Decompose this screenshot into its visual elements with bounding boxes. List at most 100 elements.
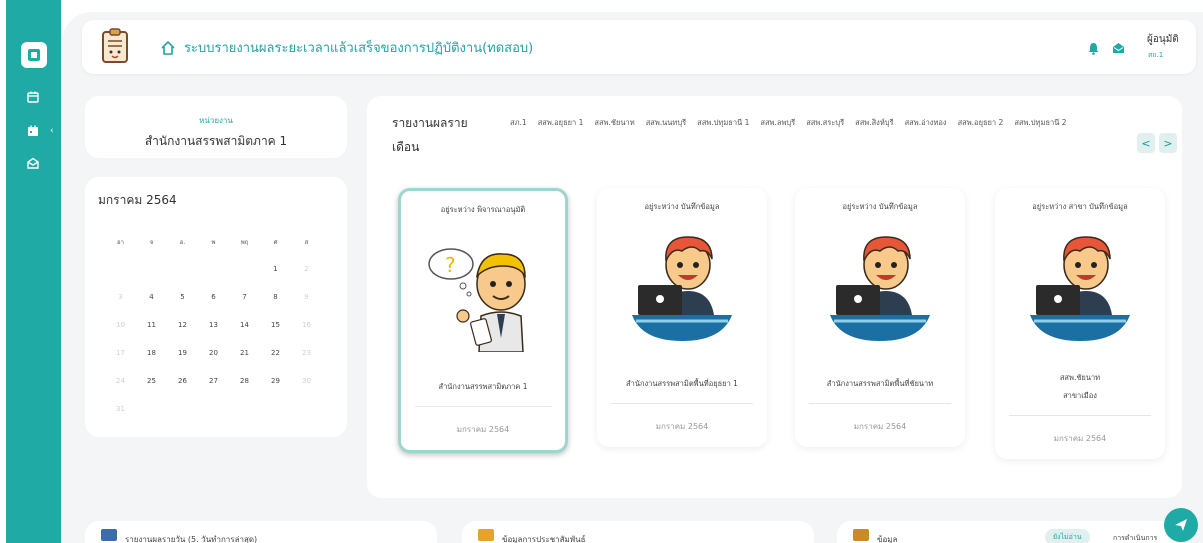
paper-plane-icon (1175, 519, 1187, 531)
weekday-label: พ (211, 239, 216, 246)
card-date: มกราคม 2564 (655, 422, 709, 431)
calendar-day[interactable]: 16 (291, 321, 322, 349)
calendar-day[interactable]: 7 (229, 293, 260, 321)
calendar-day[interactable]: 18 (136, 349, 167, 377)
card-org-line1: สสพ.ชัยนาท (1059, 373, 1101, 382)
calendar-day[interactable]: 25 (136, 377, 167, 405)
card-status: อยู่ระหว่าง บันทึกข้อมูล (644, 202, 720, 211)
calendar-day[interactable]: 24 (105, 377, 136, 405)
department-name: สำนักงานสรรพสามิตภาค 1 (144, 134, 288, 148)
report-title: รายงานผลรายเดือน (392, 116, 468, 154)
calendar-day[interactable]: 6 (198, 293, 229, 321)
top-header: ระบบรายงานผลระยะเวลาแล้วเสร็จของการปฏิบั… (82, 20, 1196, 74)
calendar-day[interactable]: 19 (167, 349, 198, 377)
unread-filter-chip[interactable]: ยังไม่อ่าน (1045, 529, 1090, 543)
calendar-day[interactable]: 3 (105, 293, 136, 321)
info-title: ข้อมูล (877, 535, 898, 543)
weekday-label: อา (117, 239, 124, 246)
calendar-icon[interactable] (24, 88, 42, 106)
calendar-day (167, 405, 198, 433)
card-status: อยู่ระหว่าง บันทึกข้อมูล (842, 202, 918, 211)
calendar-day (136, 405, 167, 433)
action-filter[interactable]: การดำเนินการ (1113, 533, 1157, 543)
card-date: มกราคม 2564 (853, 422, 907, 431)
calendar-day[interactable]: 17 (105, 349, 136, 377)
office-tab[interactable]: สสพ.อยุธยา 2 (958, 111, 1004, 135)
office-tab[interactable]: สสพ.ลพบุรี (760, 111, 795, 135)
weekday-label: จ (149, 239, 154, 246)
laptop-man-illustration (830, 236, 930, 341)
calendar-day (229, 265, 260, 293)
chevron-left-icon[interactable]: ‹ (50, 126, 54, 136)
status-card[interactable]: อยู่ระหว่าง บันทึกข้อมูล สำนักงานสรรพสาม… (597, 188, 767, 447)
card-status: อยู่ระหว่าง พิจารณาอนุมัติ (440, 205, 526, 214)
calendar-day[interactable]: 13 (198, 321, 229, 349)
office-tab[interactable]: สสพ.สระบุรี (806, 111, 844, 135)
office-tab[interactable]: สสพ.ปทุมธานี 1 (697, 111, 749, 135)
calendar-day[interactable]: 2 (291, 265, 322, 293)
weekday-label: อ. (179, 239, 186, 246)
home-icon[interactable] (160, 40, 176, 56)
calendar-day[interactable]: 9 (291, 293, 322, 321)
calendar-day[interactable]: 27 (198, 377, 229, 405)
calendar-month: มกราคม 2564 (98, 193, 177, 207)
calendar-day (105, 265, 136, 293)
calendar-day[interactable]: 23 (291, 349, 322, 377)
info-card: ข้อมูล ยังไม่อ่าน การดำเนินการ (837, 521, 1182, 543)
office-tab[interactable]: สสพ.สิงห์บุรี (855, 111, 893, 135)
card-org: สำนักงานสรรพสามิตพื้นที่ชัยนาท (826, 379, 934, 388)
bell-icon[interactable] (1088, 42, 1099, 55)
envelope-icon[interactable] (1112, 42, 1125, 54)
next-button[interactable]: > (1159, 133, 1177, 153)
calendar-day[interactable]: 15 (260, 321, 291, 349)
office-tab[interactable]: สสพ.อยุธยา 1 (538, 111, 584, 135)
prev-button[interactable]: < (1137, 133, 1155, 153)
calendar-day[interactable]: 1 (260, 265, 291, 293)
calendar-day[interactable]: 21 (229, 349, 260, 377)
office-tab[interactable]: สสพ.ชัยนาท (594, 111, 634, 135)
calendar-day[interactable]: 4 (136, 293, 167, 321)
calendar-day[interactable]: 14 (229, 321, 260, 349)
calendar-day[interactable]: 5 (167, 293, 198, 321)
calendar-day[interactable]: 20 (198, 349, 229, 377)
office-tab[interactable]: สภ.1 (510, 111, 527, 135)
calendar-day[interactable]: 26 (167, 377, 198, 405)
status-card[interactable]: อยู่ระหว่าง พิจารณาอนุมัติ ? สำนักงานสรร… (398, 188, 568, 453)
calendar-day[interactable]: 28 (229, 377, 260, 405)
calendar-day (260, 405, 291, 433)
calendar-day[interactable]: 12 (167, 321, 198, 349)
status-card[interactable]: อยู่ระหว่าง สาขา บันทึกข้อมูล สสพ.ชัยนาท… (995, 188, 1165, 459)
pr-info-card: ข้อมูลการประชาสัมพันธ์ (462, 521, 814, 543)
card-divider (1009, 415, 1151, 416)
calendar-report-icon[interactable] (24, 122, 42, 140)
calendar-day[interactable]: 30 (291, 377, 322, 405)
card-org: สสพ.ชัยนาท สาขาเมือง (995, 369, 1165, 405)
user-name[interactable]: ผู้อนุมัติ (1147, 32, 1179, 47)
mail-open-icon[interactable] (24, 154, 42, 172)
department-label: หน่วยงาน (199, 116, 233, 125)
calendar-day (198, 265, 229, 293)
svg-text:?: ? (445, 253, 456, 277)
card-divider (415, 406, 551, 407)
card-org: สำนักงานสรรพสามิตภาค 1 (438, 382, 528, 391)
calendar-day[interactable]: 22 (260, 349, 291, 377)
calendar-day[interactable]: 29 (260, 377, 291, 405)
calendar-day[interactable]: 11 (136, 321, 167, 349)
office-tab[interactable]: สสพ.นนทบุรี (646, 111, 686, 135)
calendar-grid: อาจอ. พพฤศส 1 2 3 4 5 6 7 8 9 10 11 12 13 14 15 16 17 18 19 2… (105, 237, 311, 433)
calendar-day[interactable]: 10 (105, 321, 136, 349)
calendar-icon (478, 529, 494, 541)
status-card[interactable]: อยู่ระหว่าง บันทึกข้อมูล สำนักงานสรรพสาม… (795, 188, 965, 447)
calendar-day[interactable]: 8 (260, 293, 291, 321)
card-status: อยู่ระหว่าง สาขา บันทึกข้อมูล (1032, 202, 1128, 211)
office-tab[interactable]: สสพ.ปทุมธานี 2 (1014, 111, 1066, 135)
daily-report-title: รายงานผลรายวัน (5. วันทำการล่าสุด) (125, 535, 258, 543)
department-card: หน่วยงาน สำนักงานสรรพสามิตภาค 1 (85, 96, 347, 158)
app-title: ระบบรายงานผลระยะเวลาแล้วเสร็จของการปฏิบั… (184, 41, 534, 56)
send-button[interactable] (1164, 508, 1198, 542)
laptop-man-illustration (632, 236, 732, 341)
thinking-man-illustration: ? (428, 248, 526, 352)
dashboard-icon[interactable] (21, 42, 47, 68)
calendar-day[interactable]: 31 (105, 405, 136, 433)
office-tab[interactable]: สสพ.อ่างทอง (905, 111, 947, 135)
